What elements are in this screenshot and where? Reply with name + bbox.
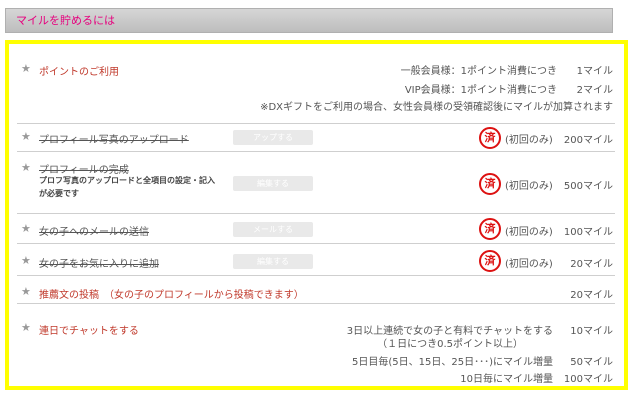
star-icon: ★ (21, 62, 31, 75)
row-miles: 20マイル (570, 290, 613, 301)
row-label: 女の子をお気に入りに追加 (39, 259, 159, 270)
chat-miles-1: 10マイル (570, 326, 613, 337)
row-sublabel-2: が必要です (39, 189, 79, 198)
first-only-note: (初回のみ) (505, 227, 553, 238)
chat-line-2: （１日につき0.5ポイント以上） (377, 339, 523, 350)
chat-miles-4: 100マイル (563, 374, 613, 385)
chat-line-4: 10日毎にマイル増量 (460, 374, 553, 385)
row-label: 推薦文の投稿 （女の子のプロフィールから投稿できます） (39, 290, 304, 301)
row-profile-complete: ★ プロフィールの完成 プロフ写真のアップロードと全項目の設定・記入 が必要です… (17, 152, 615, 214)
star-icon: ★ (21, 222, 31, 235)
star-icon: ★ (21, 130, 31, 143)
first-only-note: (初回のみ) (505, 181, 553, 192)
star-icon: ★ (21, 161, 31, 174)
point-note: ※DXギフトをご利用の場合、女性会員様の受領確認後にマイルが加算されます (260, 102, 613, 113)
row-label: プロフィールの完成 (39, 165, 129, 176)
star-icon: ★ (21, 285, 31, 298)
point-line-1: 一般会員様：1ポイント消費につき (400, 66, 557, 77)
star-icon: ★ (21, 254, 31, 267)
star-icon: ★ (21, 321, 31, 334)
row-sublabel-1: プロフ写真のアップロードと全項目の設定・記入 (39, 176, 215, 185)
row-miles: 500マイル (563, 181, 613, 192)
done-stamp-icon: 済 (479, 173, 501, 195)
row-point-use: ★ ポイントのご利用 一般会員様：1ポイント消費につき 1マイル VIP会員様：… (17, 44, 615, 124)
first-only-note: (初回のみ) (505, 135, 553, 146)
section-header: マイルを貯めるには (5, 8, 613, 33)
mail-button[interactable]: メールする (233, 222, 313, 237)
row-label: 連日でチャットをする (39, 326, 139, 337)
row-label: プロフィール写真のアップロード (39, 135, 189, 146)
upload-button[interactable]: アップする (233, 130, 313, 145)
row-photo-upload: ★ プロフィール写真のアップロード アップする 済 (初回のみ) 200マイル (17, 124, 615, 152)
point-miles-1: 1マイル (576, 66, 613, 77)
done-stamp-icon: 済 (479, 218, 501, 240)
miles-list-frame: ★ ポイントのご利用 一般会員様：1ポイント消費につき 1マイル VIP会員様：… (5, 40, 628, 390)
chat-line-3: 5日目毎(5日、15日、25日･･･)にマイル増量 (352, 357, 553, 368)
row-add-favorite: ★ 女の子をお気に入りに追加 編集する 済 (初回のみ) 20マイル (17, 244, 615, 276)
chat-miles-3: 50マイル (570, 357, 613, 368)
row-recommendation: ★ 推薦文の投稿 （女の子のプロフィールから投稿できます） 20マイル (17, 276, 615, 304)
first-only-note: (初回のみ) (505, 259, 553, 270)
section-title: マイルを貯めるには (16, 14, 115, 27)
row-label: ポイントのご利用 (39, 67, 119, 78)
point-miles-2: 2マイル (576, 85, 613, 96)
done-stamp-icon: 済 (479, 127, 501, 149)
edit-button[interactable]: 編集する (233, 254, 313, 269)
row-label: 女の子へのメールの送信 (39, 227, 149, 238)
row-send-mail: ★ 女の子へのメールの送信 メールする 済 (初回のみ) 100マイル (17, 214, 615, 244)
row-miles: 100マイル (563, 227, 613, 238)
row-chat-daily: ★ 連日でチャットをする 3日以上連続で女の子と有料でチャットをする 10マイル… (17, 304, 615, 386)
row-miles: 200マイル (563, 135, 613, 146)
point-line-2: VIP会員様：1ポイント消費につき (404, 85, 557, 96)
edit-button[interactable]: 編集する (233, 176, 313, 191)
done-stamp-icon: 済 (479, 250, 501, 272)
row-miles: 20マイル (570, 259, 613, 270)
